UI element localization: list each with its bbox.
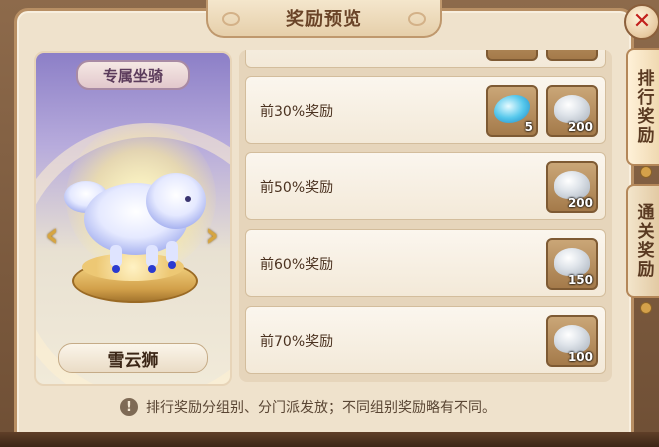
next-mount-arrow-icon[interactable]: › [200, 215, 224, 255]
close-button[interactable]: ✕ [624, 4, 659, 40]
reward-row: 前70%奖励 100 [245, 306, 606, 374]
item-quantity: 5 [524, 120, 533, 134]
info-icon: ! [120, 398, 138, 416]
mount-name-bar: 雪云狮 [58, 343, 208, 373]
item-quantity: 200 [567, 120, 593, 134]
silver-pile-icon [554, 325, 590, 353]
reward-row: 前60%奖励 150 [245, 229, 606, 297]
item-quantity: 100 [567, 350, 593, 364]
reward-row-label: 前30%奖励 [260, 104, 334, 120]
snow-lion-mount-image [64, 173, 206, 273]
mount-name: 雪云狮 [107, 350, 159, 371]
reward-row: 前30%奖励 5 200 [245, 76, 606, 144]
item-quantity: 200 [567, 196, 593, 210]
ornament-swirl-icon [408, 12, 426, 26]
silver-pile-icon [554, 248, 590, 276]
bottom-strip [0, 432, 659, 447]
mount-tag: 专属坐骑 [76, 60, 190, 90]
ornament-swirl-icon [222, 12, 240, 26]
reward-row-label: 前70%奖励 [260, 334, 334, 350]
silver-pile-icon [554, 95, 590, 123]
reward-row-label: 前60%奖励 [260, 257, 334, 273]
bead-ornament [640, 302, 652, 314]
reward-item[interactable]: 100 [546, 315, 598, 367]
reward-row: 前50%奖励 200 [245, 152, 606, 220]
item-quantity: 150 [567, 273, 593, 287]
reward-row-partial [245, 50, 606, 68]
mount-tag-label: 专属坐骑 [102, 66, 163, 85]
close-icon: ✕ [632, 9, 652, 34]
mount-card: 专属坐骑 ‹ › 雪云狮 [34, 51, 232, 386]
footnote: ! 排行奖励分组别、分门派发放；不同组别奖励略有不同。 [120, 396, 496, 418]
reward-item[interactable]: 200 [546, 161, 598, 213]
reward-item[interactable]: 5 [486, 85, 538, 137]
tab-rank-rewards[interactable]: 排行奖励 [626, 48, 659, 166]
dialog-title: 奖励预览 [286, 9, 362, 30]
reward-list[interactable]: 前30%奖励 5 200 前50%奖励 200 前60%奖励 150 前70%奖… [239, 50, 612, 382]
tab-clear-rewards[interactable]: 通关奖励 [626, 184, 659, 298]
reward-item[interactable]: 150 [546, 238, 598, 290]
previous-mount-arrow-icon[interactable]: ‹ [40, 215, 64, 255]
silver-pile-icon [554, 171, 590, 199]
reward-item[interactable]: 200 [546, 85, 598, 137]
reward-item[interactable] [546, 50, 598, 61]
blue-feather-icon [494, 95, 530, 123]
reward-item[interactable] [486, 50, 538, 61]
title-plate: 奖励预览 [206, 0, 442, 38]
footnote-text: 排行奖励分组别、分门派发放；不同组别奖励略有不同。 [146, 400, 496, 416]
reward-row-label: 前50%奖励 [260, 180, 334, 196]
bead-ornament [640, 166, 652, 178]
